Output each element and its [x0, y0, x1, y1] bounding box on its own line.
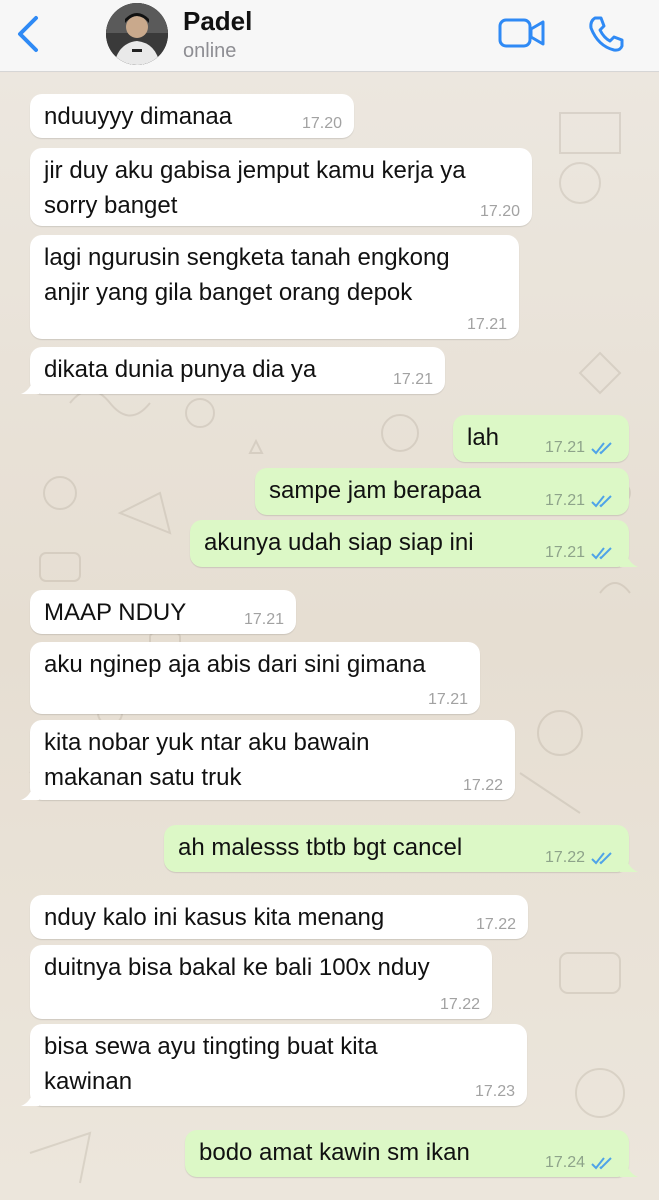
- message-time: 17.22: [462, 777, 503, 794]
- chat-header: Padel online: [0, 0, 659, 72]
- incoming-message[interactable]: dikata dunia punya dia ya 17.21: [21, 347, 445, 394]
- incoming-message[interactable]: bisa sewa ayu tingting buat kita kawinan 1…: [21, 1024, 527, 1106]
- message-time: 17.22: [475, 916, 516, 933]
- message-line: anjir yang gila banget orang depok: [44, 279, 413, 306]
- message-time: 17.21: [427, 691, 468, 708]
- message-line: aku nginep aja abis dari sini gimana: [44, 651, 426, 678]
- video-call-icon: [498, 18, 545, 48]
- message-line: kawinan: [44, 1068, 133, 1095]
- bubble-tail: [21, 784, 39, 800]
- message-time: 17.21: [544, 492, 585, 509]
- phone-call-icon: [589, 16, 624, 52]
- message-line: makanan satu truk: [44, 764, 242, 791]
- message-time: 17.21: [544, 544, 585, 561]
- read-ticks-icon: [591, 442, 612, 455]
- message-time: 17.21: [466, 316, 507, 333]
- message-line: nduuyyy dimanaa: [44, 103, 233, 130]
- video-call-button[interactable]: [498, 16, 546, 50]
- message-line: duitnya bisa bakal ke bali 100x nduy: [44, 954, 430, 981]
- back-chevron-icon: [18, 16, 38, 52]
- incoming-message[interactable]: lagi ngurusin sengketa tanah engkong anji…: [30, 235, 519, 339]
- incoming-message[interactable]: duitnya bisa bakal ke bali 100x nduy 17.2…: [30, 945, 492, 1019]
- message-time: 17.21: [544, 439, 585, 456]
- message-text: nduy kalo ini kasus kita menang: [44, 900, 514, 935]
- message-text: bisa sewa ayu tingting buat kita kawinan: [44, 1029, 513, 1099]
- message-line: nduy kalo ini kasus kita menang: [44, 904, 385, 931]
- message-text: dikata dunia punya dia ya: [44, 352, 431, 387]
- outgoing-message[interactable]: lah 17.21: [453, 415, 629, 462]
- message-line: sorry banget: [44, 192, 178, 219]
- message-time: 17.24: [544, 1154, 585, 1171]
- incoming-message[interactable]: jir duy aku gabisa jemput kamu kerja ya s…: [30, 148, 532, 226]
- outgoing-message[interactable]: akunya udah siap siap ini 17.21: [190, 520, 638, 567]
- message-time: 17.20: [301, 115, 342, 132]
- read-ticks-icon: [591, 547, 612, 560]
- message-time: 17.22: [439, 996, 480, 1013]
- bubble-tail: [620, 856, 638, 872]
- message-text: duitnya bisa bakal ke bali 100x nduy: [44, 950, 478, 985]
- message-time: 17.20: [479, 203, 520, 220]
- back-button[interactable]: [12, 14, 44, 54]
- message-time: 17.23: [474, 1083, 515, 1100]
- message-text: lagi ngurusin sengketa tanah engkong anji…: [44, 240, 505, 310]
- message-text: aku nginep aja abis dari sini gimana: [44, 647, 466, 682]
- avatar[interactable]: [106, 3, 168, 65]
- message-text: kita nobar yuk ntar aku bawain makanan sa…: [44, 725, 501, 795]
- incoming-message[interactable]: nduy kalo ini kasus kita menang 17.22: [30, 895, 528, 939]
- message-line: kita nobar yuk ntar aku bawain: [44, 729, 370, 756]
- outgoing-message[interactable]: sampe jam berapaa 17.21: [255, 468, 629, 515]
- outgoing-message[interactable]: ah malesss tbtb bgt cancel 17.22: [164, 825, 638, 872]
- message-line: lagi ngurusin sengketa tanah engkong: [44, 244, 450, 271]
- outgoing-message[interactable]: bodo amat kawin sm ikan 17.24: [185, 1130, 638, 1177]
- message-line: dikata dunia punya dia ya: [44, 356, 317, 383]
- contact-photo: [106, 3, 168, 65]
- bubble-tail: [620, 551, 638, 567]
- contact-status: online: [183, 40, 237, 62]
- message-time: 17.21: [392, 371, 433, 388]
- message-text: nduuyyy dimanaa: [44, 99, 340, 134]
- read-ticks-icon: [591, 495, 612, 508]
- message-line: bisa sewa ayu tingting buat kita: [44, 1033, 378, 1060]
- phone-call-button[interactable]: [586, 14, 626, 54]
- incoming-message[interactable]: kita nobar yuk ntar aku bawain makanan sa…: [21, 720, 515, 800]
- incoming-message[interactable]: aku nginep aja abis dari sini gimana 17.2…: [30, 642, 480, 714]
- incoming-message[interactable]: MAAP NDUY 17.21: [30, 590, 296, 634]
- chat-area[interactable]: nduuyyy dimanaa 17.20 jir duy aku gabisa j…: [0, 73, 659, 1200]
- message-text: jir duy aku gabisa jemput kamu kerja ya s…: [44, 153, 518, 223]
- message-time: 17.22: [544, 849, 585, 866]
- contact-name[interactable]: Padel: [183, 6, 252, 37]
- incoming-message[interactable]: nduuyyy dimanaa 17.20: [30, 94, 354, 138]
- read-ticks-icon: [591, 852, 612, 865]
- bubble-tail: [21, 1090, 39, 1106]
- read-ticks-icon: [591, 1157, 612, 1170]
- bubble-tail: [21, 378, 39, 394]
- message-time: 17.21: [243, 611, 284, 628]
- message-line: jir duy aku gabisa jemput kamu kerja ya: [44, 157, 466, 184]
- bubble-tail: [620, 1161, 638, 1177]
